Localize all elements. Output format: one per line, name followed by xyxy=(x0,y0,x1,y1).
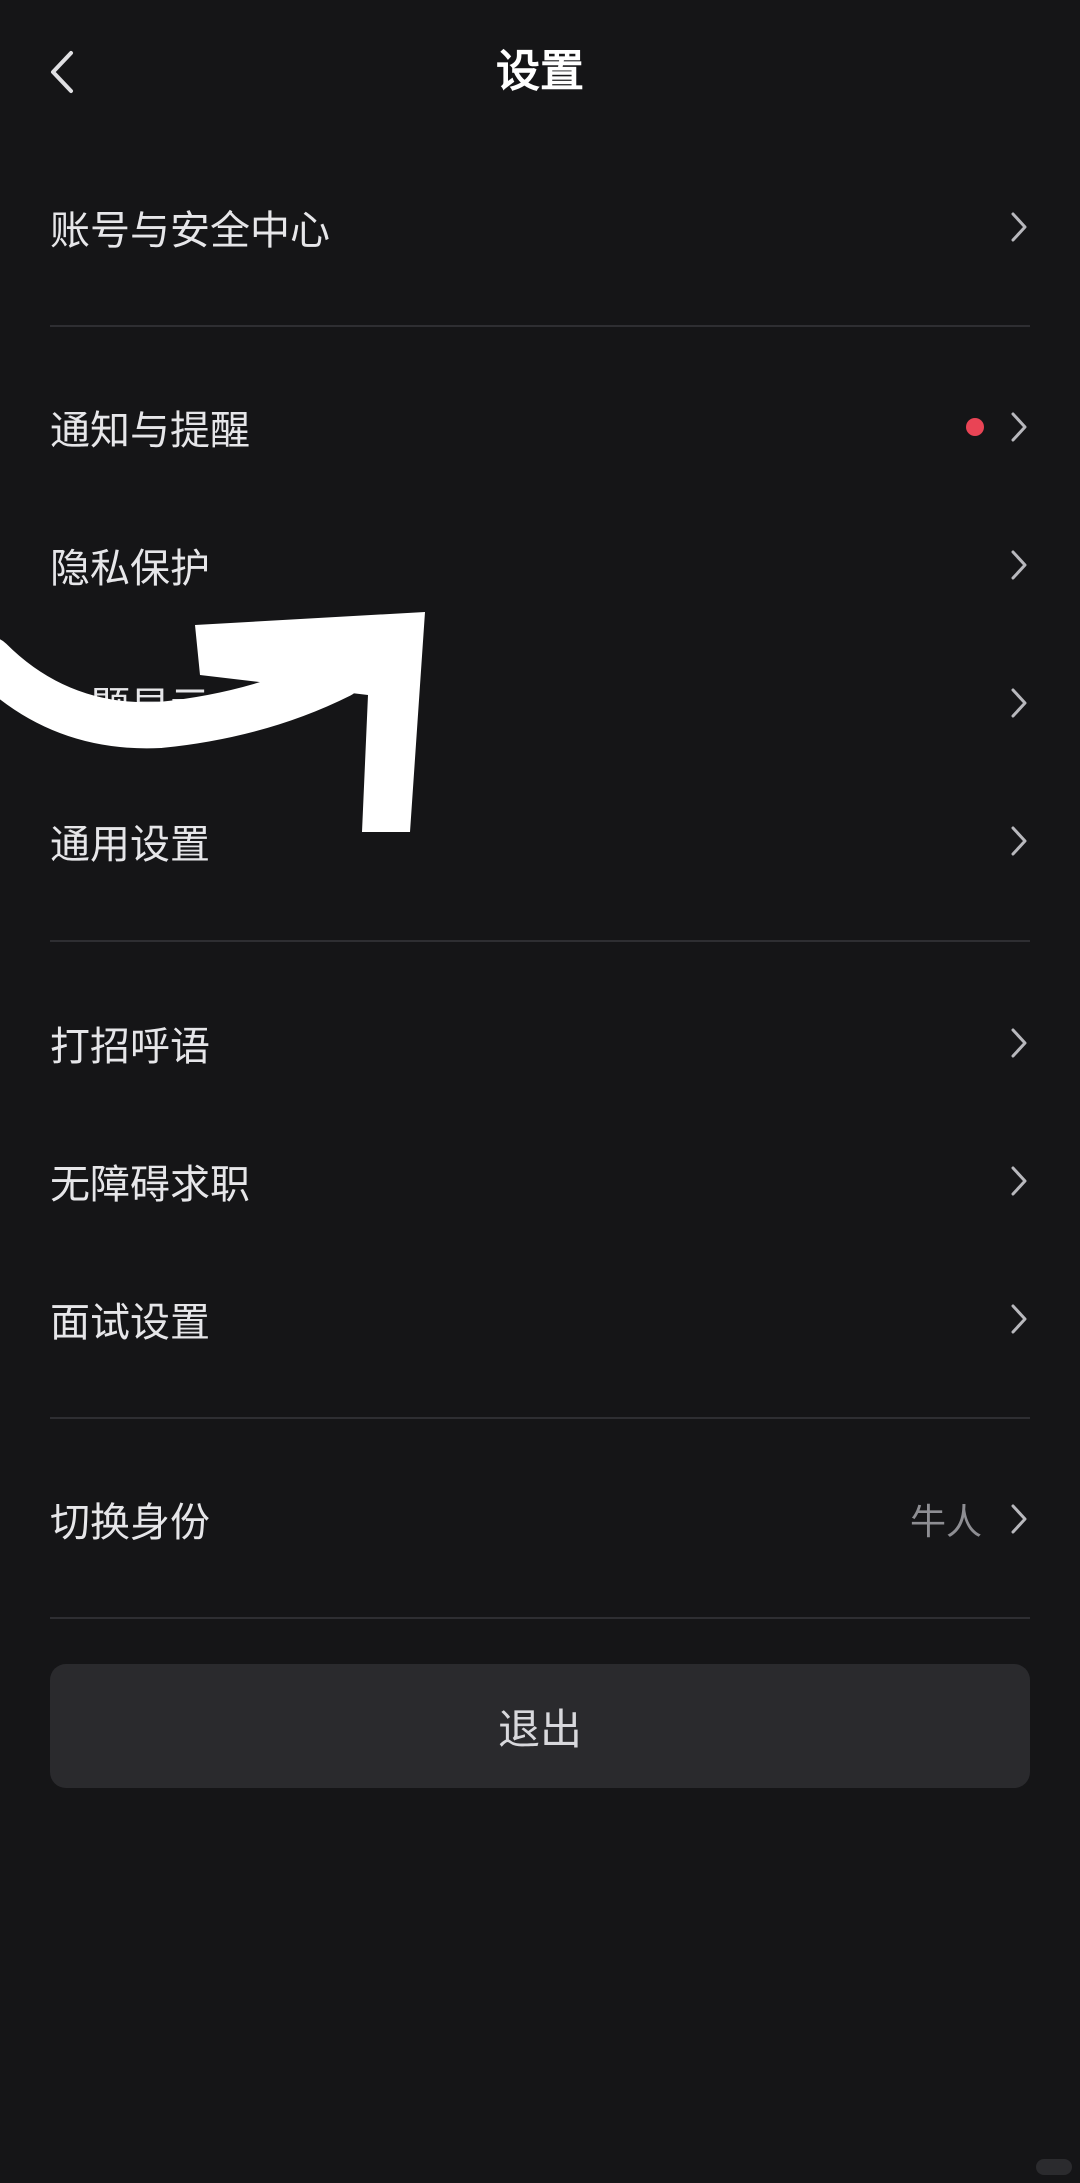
chevron-right-icon xyxy=(1008,1163,1030,1199)
divider xyxy=(50,1617,1030,1619)
settings-item-label: 无障碍求职 xyxy=(50,1162,250,1208)
logout-button[interactable]: 退出 xyxy=(50,1664,1030,1788)
watermark-badge xyxy=(1036,2159,1072,2175)
chevron-right-icon xyxy=(1008,1501,1030,1537)
settings-item-privacy[interactable]: 隐私保护 xyxy=(50,515,1030,615)
settings-item-label: 切换身份 xyxy=(50,1500,210,1546)
settings-item-label: 通用设置 xyxy=(50,822,210,868)
chevron-right-icon xyxy=(1008,685,1030,721)
settings-item-theme[interactable]: 主题显示 xyxy=(50,653,1030,753)
header: 设置 xyxy=(0,0,1080,145)
settings-item-label: 通知与提醒 xyxy=(50,408,250,454)
settings-item-interview[interactable]: 面试设置 xyxy=(50,1269,1030,1369)
chevron-right-icon xyxy=(1008,547,1030,583)
current-identity-value: 牛人 xyxy=(909,1502,982,1543)
divider xyxy=(50,1417,1030,1419)
settings-item-label: 隐私保护 xyxy=(50,546,210,592)
red-dot-badge xyxy=(966,418,984,436)
chevron-right-icon xyxy=(1008,1025,1030,1061)
settings-item-label: 面试设置 xyxy=(50,1300,210,1346)
settings-item-label: 主题显示 xyxy=(50,684,210,730)
divider xyxy=(50,940,1030,942)
settings-item-switch-identity[interactable]: 切换身份 牛人 xyxy=(50,1469,1030,1569)
settings-item-accessibility[interactable]: 无障碍求职 xyxy=(50,1131,1030,1231)
settings-item-notifications[interactable]: 通知与提醒 xyxy=(50,377,1030,477)
settings-item-general[interactable]: 通用设置 xyxy=(50,791,1030,891)
settings-item-account-security[interactable]: 账号与安全中心 xyxy=(50,177,1030,277)
chevron-right-icon xyxy=(1008,823,1030,859)
chevron-right-icon xyxy=(1008,1301,1030,1337)
chevron-right-icon xyxy=(1008,209,1030,245)
divider xyxy=(50,325,1030,327)
settings-item-label: 打招呼语 xyxy=(50,1024,210,1070)
page-title: 设置 xyxy=(496,46,584,97)
settings-item-greeting[interactable]: 打招呼语 xyxy=(50,993,1030,1093)
settings-item-label: 账号与安全中心 xyxy=(50,208,330,254)
chevron-right-icon xyxy=(1008,409,1030,445)
